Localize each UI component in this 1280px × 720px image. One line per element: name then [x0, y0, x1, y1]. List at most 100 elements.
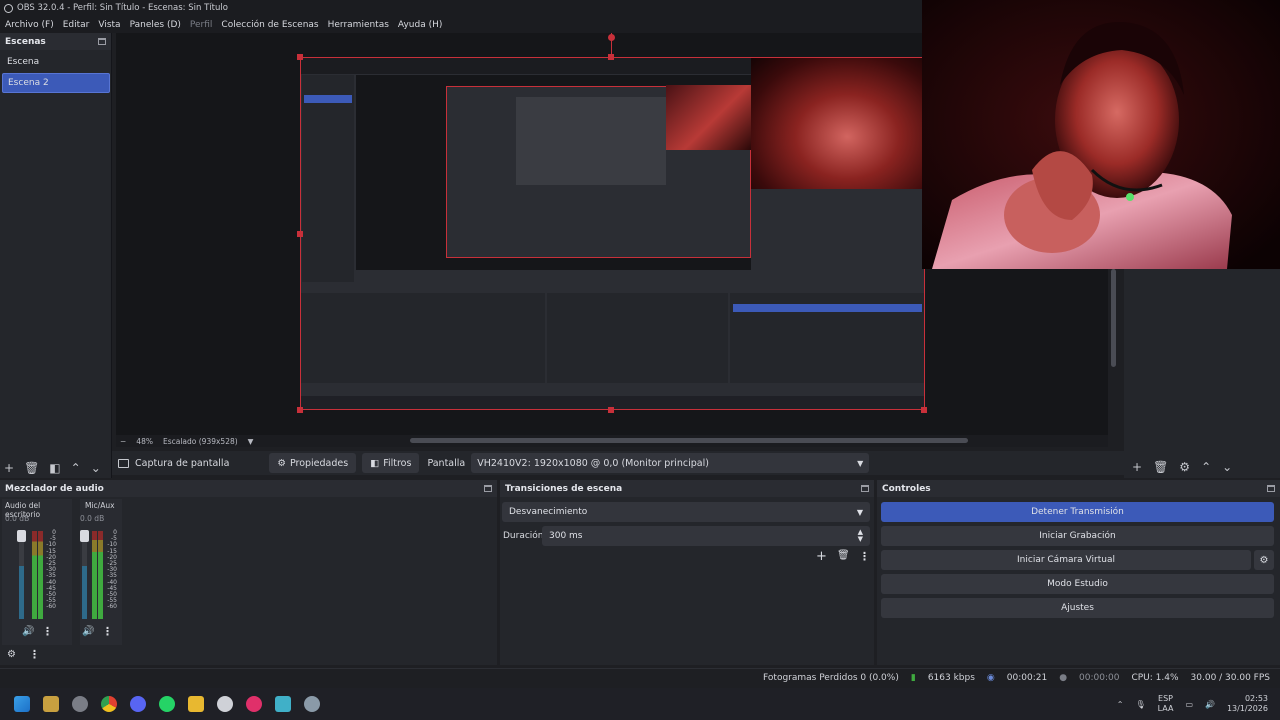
channel-db: 0.0 dB [5, 514, 30, 523]
network-icon[interactable]: ▭ [1185, 700, 1193, 709]
menu-vista[interactable]: Vista [98, 20, 120, 30]
settings-button[interactable]: Ajustes [881, 598, 1274, 618]
mixer-header: Mezclador de audio [0, 480, 497, 497]
menu-archivo[interactable]: Archivo (F) [5, 20, 54, 30]
resize-handle[interactable] [921, 407, 927, 413]
music-app-icon[interactable] [246, 696, 262, 712]
properties-button[interactable]: ⚙ Propiedades [269, 453, 357, 473]
menu-perfil[interactable]: Perfil [190, 20, 213, 30]
slider-handle[interactable] [17, 530, 26, 542]
filters-button[interactable]: ◧ Filtros [362, 453, 420, 473]
undock-icon[interactable] [484, 485, 492, 492]
undock-icon[interactable] [1267, 485, 1275, 492]
menu-editar[interactable]: Editar [63, 20, 90, 30]
record-icon: ● [1059, 673, 1068, 683]
chrome-icon[interactable] [101, 696, 117, 712]
duration-label: Duración [503, 531, 544, 541]
windows-start-icon[interactable] [14, 696, 30, 712]
scale-label: Escalado (939x528) [162, 436, 238, 446]
microphone-icon[interactable]: 🎙 [1135, 700, 1145, 709]
nested-transitions [547, 293, 728, 383]
more-icon[interactable]: ⋮ [859, 550, 870, 563]
spinner-icon[interactable]: ▲ ▼ [858, 529, 863, 543]
add-icon[interactable]: + [1132, 460, 1142, 474]
menu-coleccion[interactable]: Colección de Escenas [221, 20, 318, 30]
zoom-out-icon[interactable]: − [120, 437, 126, 446]
clock[interactable]: 02:53 13/1/2026 [1227, 694, 1268, 714]
store-icon[interactable] [43, 696, 59, 712]
properties-label: Propiedades [289, 457, 349, 469]
webcam-image [922, 0, 1280, 269]
trash-icon[interactable]: 🗑 [837, 550, 850, 561]
stop-stream-button[interactable]: Detener Transmisión [881, 502, 1274, 522]
down-icon[interactable]: ⌄ [1222, 460, 1232, 474]
speaker-icon[interactable]: 🔊 [22, 626, 34, 637]
cpu-usage: CPU: 1.4% [1131, 673, 1179, 683]
file-explorer-icon[interactable] [188, 696, 204, 712]
obs-icon[interactable] [217, 696, 233, 712]
menu-ayuda[interactable]: Ayuda (H) [398, 20, 442, 30]
discord-icon[interactable] [130, 696, 146, 712]
more-icon[interactable]: ⋮ [102, 625, 113, 638]
display-select[interactable]: VH2410V2: 1920x1080 @ 0,0 (Monitor princ… [471, 453, 870, 473]
virtual-cam-button[interactable]: Iniciar Cámara Virtual [881, 550, 1251, 570]
menu-paneles[interactable]: Paneles (D) [130, 20, 181, 30]
scene-item[interactable]: Escena [2, 52, 110, 72]
sources-dock: + 🗑 ⚙ ⌃ ⌄ [1124, 269, 1280, 478]
gear-icon[interactable]: ⚙ [1179, 460, 1190, 474]
rotation-handle[interactable] [608, 34, 615, 41]
controls-title: Controles [882, 483, 931, 494]
settings-gear-app-icon[interactable] [304, 696, 320, 712]
horizontal-scrollbar[interactable] [410, 438, 968, 443]
nested-obs-capture[interactable] [300, 57, 925, 410]
add-icon[interactable]: + [816, 549, 827, 564]
resize-handle[interactable] [297, 407, 303, 413]
resize-handle[interactable] [297, 231, 303, 237]
notes-app-icon[interactable] [275, 696, 291, 712]
channel-db: 0.0 dB [80, 514, 105, 523]
volume-icon[interactable]: 🔊 [1205, 700, 1215, 709]
scenes-dock: Escenas Escena Escena 2 + 🗑 ◧ ⌃ ⌄ [0, 33, 112, 478]
filter-icon[interactable]: ◧ [49, 461, 60, 475]
undock-icon[interactable] [98, 38, 106, 45]
more-icon[interactable]: ⋮ [42, 625, 53, 638]
resize-handle[interactable] [608, 407, 614, 413]
lang-layout: LAA [1157, 704, 1174, 713]
transitions-dock: Transiciones de escena Desvanecimiento ▼… [500, 480, 874, 665]
studio-mode-button[interactable]: Modo Estudio [881, 574, 1274, 594]
undock-icon[interactable] [861, 485, 869, 492]
menu-herramientas[interactable]: Herramientas [328, 20, 389, 30]
level-meter [92, 531, 97, 619]
up-icon[interactable]: ⌃ [1201, 460, 1211, 474]
mixer-settings-icon[interactable]: ⚙ [7, 649, 16, 660]
meter-scale: 0 -5 -10 -15 -20 -25 -30 -35 -40 -45 -50 -55 -60 [40, 529, 56, 611]
virtual-cam-settings-button[interactable]: ⚙ [1254, 550, 1274, 570]
language-indicator[interactable]: ESP LAA [1158, 694, 1174, 714]
down-icon[interactable]: ⌄ [91, 461, 101, 475]
settings-app-icon[interactable] [72, 696, 88, 712]
more-icon[interactable]: ⋮ [29, 648, 40, 661]
whatsapp-icon[interactable] [159, 696, 175, 712]
obs-logo-icon [4, 3, 13, 13]
vertical-scrollbar[interactable] [1111, 269, 1116, 367]
add-icon[interactable]: + [4, 461, 14, 475]
start-record-button[interactable]: Iniciar Grabación [881, 526, 1274, 546]
resize-handle[interactable] [297, 54, 303, 60]
slider-handle[interactable] [80, 530, 89, 542]
trash-icon[interactable]: 🗑 [24, 461, 39, 475]
transition-select[interactable]: Desvanecimiento ▼ [502, 502, 870, 522]
chevron-up-icon[interactable]: ⌃ [1117, 700, 1124, 709]
up-icon[interactable]: ⌃ [71, 461, 81, 475]
scenes-title: Escenas [5, 36, 46, 47]
system-tray: ⌃ 🎙 ESP LAA ▭ 🔊 02:53 13/1/2026 [1117, 694, 1280, 714]
volume-slider[interactable] [82, 531, 87, 619]
filter-icon: ◧ [370, 457, 380, 469]
speaker-icon[interactable]: 🔊 [82, 626, 94, 637]
trash-icon[interactable]: 🗑 [1153, 460, 1168, 474]
scene-item-selected[interactable]: Escena 2 [2, 73, 110, 93]
duration-value: 300 ms [549, 531, 583, 541]
chevron-down-icon[interactable]: ▼ [248, 437, 254, 446]
volume-slider[interactable] [19, 531, 24, 619]
resize-handle[interactable] [608, 54, 614, 60]
duration-input[interactable]: 300 ms ▲ ▼ [542, 526, 870, 546]
